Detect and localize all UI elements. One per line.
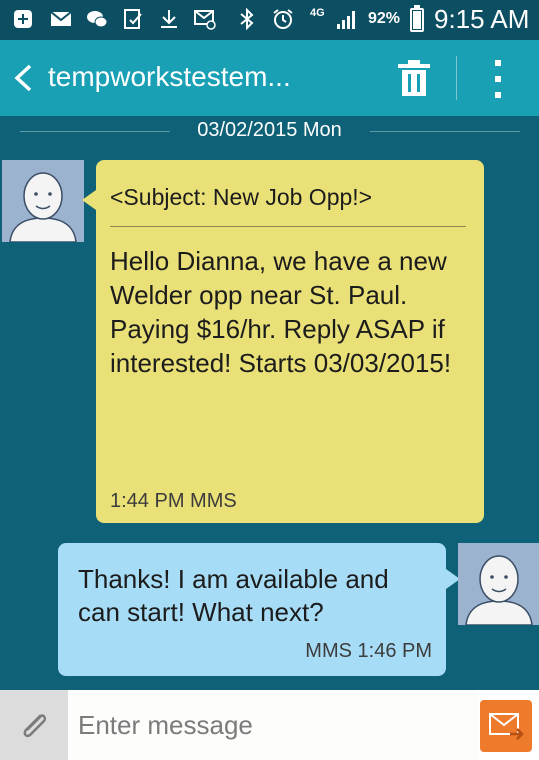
- wechat-icon: [86, 8, 108, 30]
- battery-percent: 92%: [368, 10, 401, 27]
- clipboard-icon: [122, 8, 144, 30]
- trash-icon[interactable]: [396, 58, 432, 98]
- battery-icon: [410, 5, 424, 32]
- clock: 9:15 AM: [434, 4, 530, 34]
- alarm-icon: [272, 8, 294, 30]
- date-line-right: [370, 131, 520, 132]
- conversation-title[interactable]: tempworkstestem...: [48, 61, 291, 93]
- message-subject: <Subject: New Job Opp!>: [110, 184, 373, 210]
- message-text: Thanks! I am available and can start! Wh…: [78, 564, 389, 627]
- more-options-icon[interactable]: [488, 56, 508, 102]
- message-text: Hello Dianna, we have a new Welder opp n…: [110, 246, 452, 378]
- email-icon: [50, 8, 72, 30]
- incoming-message-bubble[interactable]: <Subject: New Job Opp!> Hello Dianna, we…: [82, 160, 484, 523]
- message-input[interactable]: [68, 690, 478, 760]
- mail-at-icon: [194, 8, 216, 30]
- network-label: 4G: [310, 7, 325, 19]
- 4g-network-icon: 4G: [310, 8, 332, 30]
- subject-divider: [110, 226, 466, 227]
- app-bar: tempworkstestem...: [0, 40, 539, 116]
- outgoing-message-bubble[interactable]: Thanks! I am available and can start! Wh…: [58, 543, 460, 676]
- message-composer: [0, 690, 539, 760]
- bluetooth-icon: [236, 8, 258, 30]
- back-arrow-icon[interactable]: [10, 62, 36, 94]
- send-button[interactable]: [480, 700, 532, 752]
- message-timestamp: MMS 1:46 PM: [305, 640, 432, 662]
- sender-avatar[interactable]: [2, 160, 84, 242]
- add-icon: [12, 8, 34, 30]
- status-bar: 4G 92% 9:15 AM: [0, 0, 539, 40]
- signal-icon: [336, 8, 358, 30]
- download-icon: [158, 8, 180, 30]
- paperclip-icon: [23, 714, 47, 738]
- bubble-tail: [82, 190, 96, 210]
- send-mms-icon: [489, 713, 524, 740]
- message-timestamp: 1:44 PM MMS: [110, 490, 237, 512]
- attach-button[interactable]: [0, 690, 68, 760]
- user-avatar[interactable]: [458, 543, 539, 625]
- date-separator: 03/02/2015 Mon: [0, 116, 539, 146]
- app-bar-divider: [456, 56, 457, 100]
